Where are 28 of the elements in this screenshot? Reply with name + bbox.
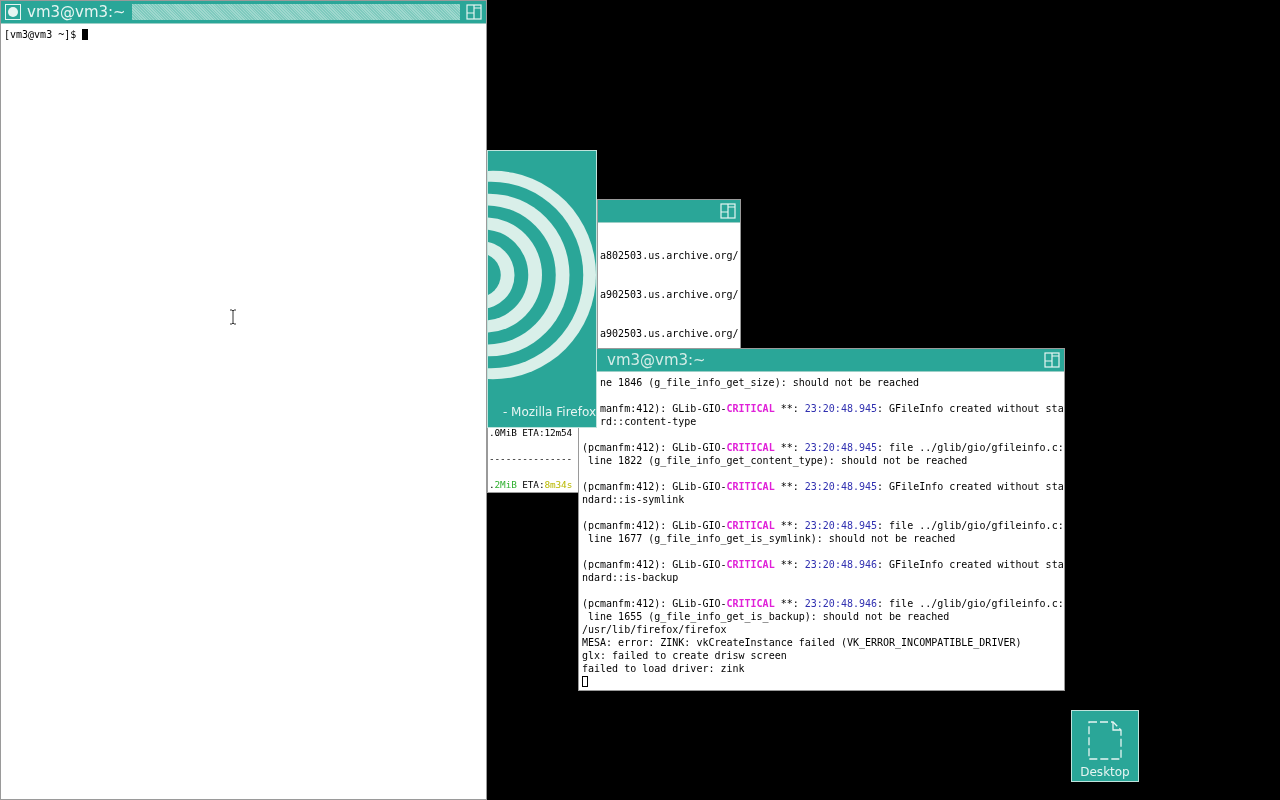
terminal-output-line: (pcmanfm:412): GLib-GIO-CRITICAL **: 23:20:48.946: GFileInfo created without sta	[582, 558, 1064, 571]
terminal-output-line: glx: failed to create drisw screen	[582, 649, 787, 662]
terminal-output-line: rd::content-type	[600, 415, 697, 428]
terminal-output-line: line 1822 (g_file_info_get_content_type): should not be reached	[587, 454, 968, 467]
terminal-output-line: a902503.us.archive.org/	[600, 327, 739, 340]
terminal-output-line: /usr/lib/firefox/firefox	[582, 623, 727, 636]
terminal-output-line: ndard::is-backup	[582, 571, 679, 584]
terminal-output-line: a902503.us.archive.org/	[600, 288, 739, 301]
terminal-output-line: failed to load driver: zink	[582, 662, 745, 675]
terminal-output-line: manfm:412): GLib-GIO-CRITICAL **: 23:20:48.945: GFileInfo created without sta	[600, 402, 1064, 415]
terminal-output-line: ---------------	[489, 452, 573, 465]
terminal-output-line: ndard::is-symlink	[582, 493, 685, 506]
terminal-output-line: ne 1846 (g_file_info_get_size): should not be reached	[600, 376, 920, 389]
terminal-output-line: (pcmanfm:412): GLib-GIO-CRITICAL **: 23:20:48.946: file ../glib/gio/gfileinfo.c:	[582, 597, 1064, 610]
terminal-output-line: .2MiB ETA:8m34s	[489, 478, 573, 491]
window-title: - Mozilla Firefox	[501, 404, 596, 421]
terminal-output-line: MESA: error: ZINK: vkCreateInstance failed (VK_ERROR_INCOMPATIBLE_DRIVER)	[582, 636, 1022, 649]
terminal-output-line: [vm3@vm3 ~]$	[4, 28, 78, 41]
terminal-output-line: (pcmanfm:412): GLib-GIO-CRITICAL **: 23:20:48.945: file ../glib/gio/gfileinfo.c:	[582, 519, 1064, 532]
window-title: vm3@vm3:~	[607, 351, 706, 369]
terminal-output-line: line 1655 (g_file_info_get_is_backup): should not be reached	[587, 610, 950, 623]
terminal-output-line: (pcmanfm:412): GLib-GIO-CRITICAL **: 23:20:48.945: GFileInfo created without sta	[582, 480, 1064, 493]
terminal-output-line: a802503.us.archive.org/	[600, 249, 739, 262]
terminal-output-line: .0MiB ETA:12m54	[489, 426, 573, 439]
desktop-shortcut[interactable]: Desktop	[1071, 710, 1139, 782]
terminal-output-line: line 1677 (g_file_info_get_is_symlink): should not be reached	[587, 532, 956, 545]
window-title: vm3@vm3:~	[27, 3, 126, 21]
terminal-output-line: (pcmanfm:412): GLib-GIO-CRITICAL **: 23:20:48.945: file ../glib/gio/gfileinfo.c:	[582, 441, 1064, 454]
